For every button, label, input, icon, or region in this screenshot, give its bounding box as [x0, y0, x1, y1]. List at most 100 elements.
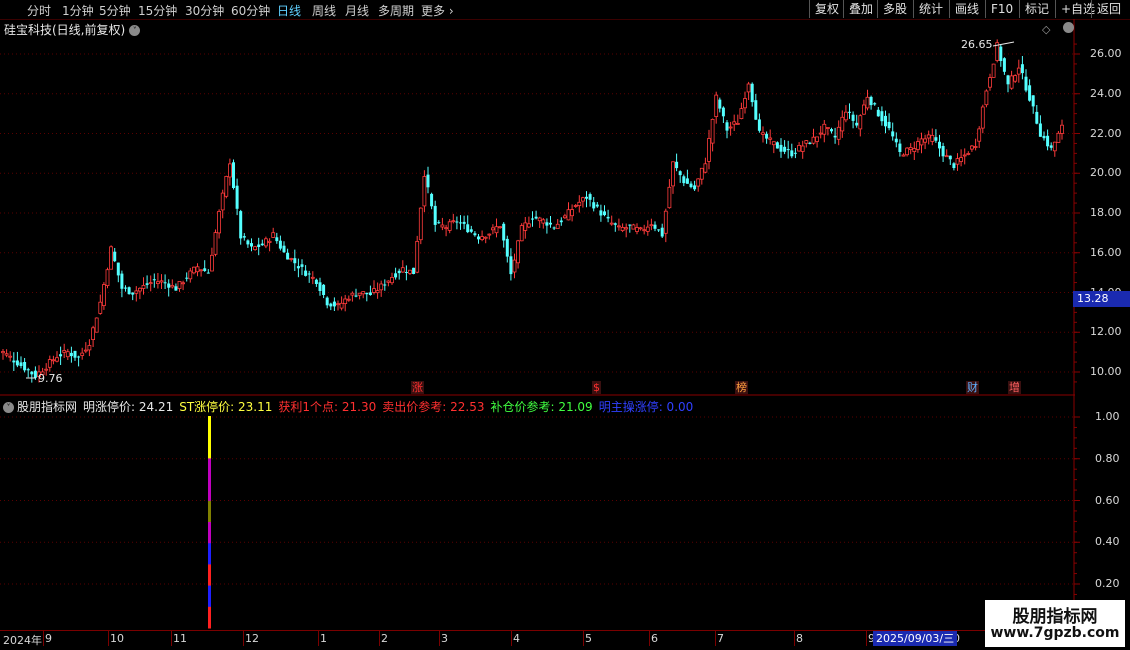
candle-body — [581, 197, 585, 202]
candle-body — [275, 237, 279, 242]
candle-body — [1038, 123, 1042, 137]
chart-canvas[interactable] — [0, 19, 1130, 630]
candle-body — [984, 90, 989, 106]
indicator-axis-label: 0.60 — [1095, 493, 1120, 507]
candle-body — [141, 284, 146, 289]
indicator-value: ST涨停价: 23.11 — [179, 400, 273, 414]
candle-body — [606, 216, 610, 219]
candle-body — [430, 193, 434, 207]
candle-body — [1028, 85, 1032, 101]
indicator-axis-label: 0.20 — [1095, 577, 1120, 590]
candle-body — [375, 290, 380, 294]
time-axis-label: 4 — [513, 632, 520, 645]
candle-body — [1020, 64, 1024, 74]
candle-body — [991, 63, 996, 78]
period-tab-5[interactable]: 60分钟 — [231, 2, 270, 19]
period-tab-3[interactable]: 15分钟 — [138, 2, 177, 19]
candle-body — [307, 273, 311, 275]
price-axis-label: 24.00 — [1090, 86, 1122, 100]
candle-body — [728, 126, 733, 129]
candle-body — [519, 225, 524, 242]
candle-body — [314, 279, 318, 284]
toolbar-button-8[interactable]: 返回 — [1091, 0, 1126, 18]
toolbar-button-2[interactable]: 多股 — [877, 0, 912, 18]
event-marker[interactable]: 涨 — [411, 381, 424, 394]
time-axis-label: 10 — [110, 632, 124, 645]
candle-body — [105, 269, 110, 286]
indicator-axis-label: 0.40 — [1095, 535, 1120, 549]
candle-body — [271, 232, 276, 238]
candle-body — [822, 123, 827, 135]
toolbar-button-1[interactable]: 叠加 — [843, 0, 878, 18]
candle-body — [368, 292, 372, 295]
candle-body — [617, 225, 621, 228]
candle-body — [59, 354, 63, 357]
candle-body — [260, 243, 264, 246]
candle-body — [1002, 58, 1006, 72]
candle-body — [8, 355, 13, 358]
candle-body — [934, 137, 938, 141]
period-tab-4[interactable]: 30分钟 — [185, 2, 224, 19]
period-tab-9[interactable]: 多周期 — [378, 2, 414, 19]
candle-body — [765, 133, 769, 139]
candle-body — [534, 216, 538, 219]
indicator-bar-segment — [208, 416, 211, 438]
period-tab-6[interactable]: 日线 — [277, 2, 301, 19]
time-axis-tick — [866, 631, 867, 646]
candle-body — [527, 223, 531, 228]
toolbar-button-5[interactable]: F10 — [985, 0, 1018, 18]
time-axis-tick — [794, 631, 795, 646]
candle-body — [466, 224, 470, 233]
candle-body — [286, 252, 290, 260]
candle-body — [750, 83, 754, 103]
candle-body — [422, 176, 427, 207]
candle-body — [148, 282, 153, 285]
candle-body — [599, 210, 603, 216]
candle-body — [830, 129, 833, 132]
candle-body — [155, 281, 160, 285]
candle-body — [509, 256, 513, 275]
candle-body — [779, 144, 783, 152]
candle-body — [181, 282, 186, 285]
candle-body — [127, 287, 131, 295]
chevron-down-icon[interactable]: ˅ — [3, 402, 14, 413]
time-axis-label: 5 — [585, 632, 592, 645]
toolbar-button-6[interactable]: 标记 — [1019, 0, 1054, 18]
candle-body — [682, 176, 686, 184]
period-tab-7[interactable]: 周线 — [312, 2, 336, 19]
candle-body — [163, 282, 167, 284]
event-marker[interactable]: $ — [592, 381, 601, 394]
candle-body — [797, 145, 801, 152]
candle-body — [541, 219, 546, 224]
candle-body — [444, 227, 449, 230]
candle-body — [595, 204, 599, 207]
candle-body — [869, 96, 873, 106]
candle-body — [955, 158, 960, 165]
period-tab-0[interactable]: 分时 — [27, 2, 51, 19]
candle-body — [199, 269, 204, 272]
indicator-value: 补仓价参考: 21.09 — [490, 400, 593, 414]
candle-body — [498, 226, 503, 229]
settings-circle-icon[interactable] — [1063, 22, 1074, 33]
toolbar-button-0[interactable]: 复权 — [809, 0, 844, 18]
candle-body — [462, 221, 466, 224]
period-tab-1[interactable]: 1分钟 — [62, 2, 94, 19]
candle-body — [848, 111, 851, 113]
indicator-name: 股朋指标网 — [17, 400, 78, 414]
toolbar-button-4[interactable]: 画线 — [949, 0, 984, 18]
event-marker[interactable]: 榜 — [735, 381, 748, 394]
time-axis-label: 7 — [717, 632, 724, 645]
candle-body — [675, 161, 679, 169]
candle-body — [1052, 141, 1057, 152]
period-tab-10[interactable]: 更多 › — [421, 2, 454, 19]
event-marker[interactable]: 财 — [966, 381, 979, 394]
diamond-icon[interactable]: ◇ — [1042, 23, 1050, 36]
toolbar-button-3[interactable]: 统计 — [913, 0, 948, 18]
time-axis-tick — [715, 631, 716, 646]
candle-body — [905, 147, 909, 156]
period-tab-2[interactable]: 5分钟 — [99, 2, 131, 19]
event-marker[interactable]: 增 — [1008, 381, 1021, 394]
candle-body — [999, 46, 1003, 61]
period-tab-8[interactable]: 月线 — [345, 2, 369, 19]
watermark-title: 股朋指标网 — [1012, 607, 1098, 627]
